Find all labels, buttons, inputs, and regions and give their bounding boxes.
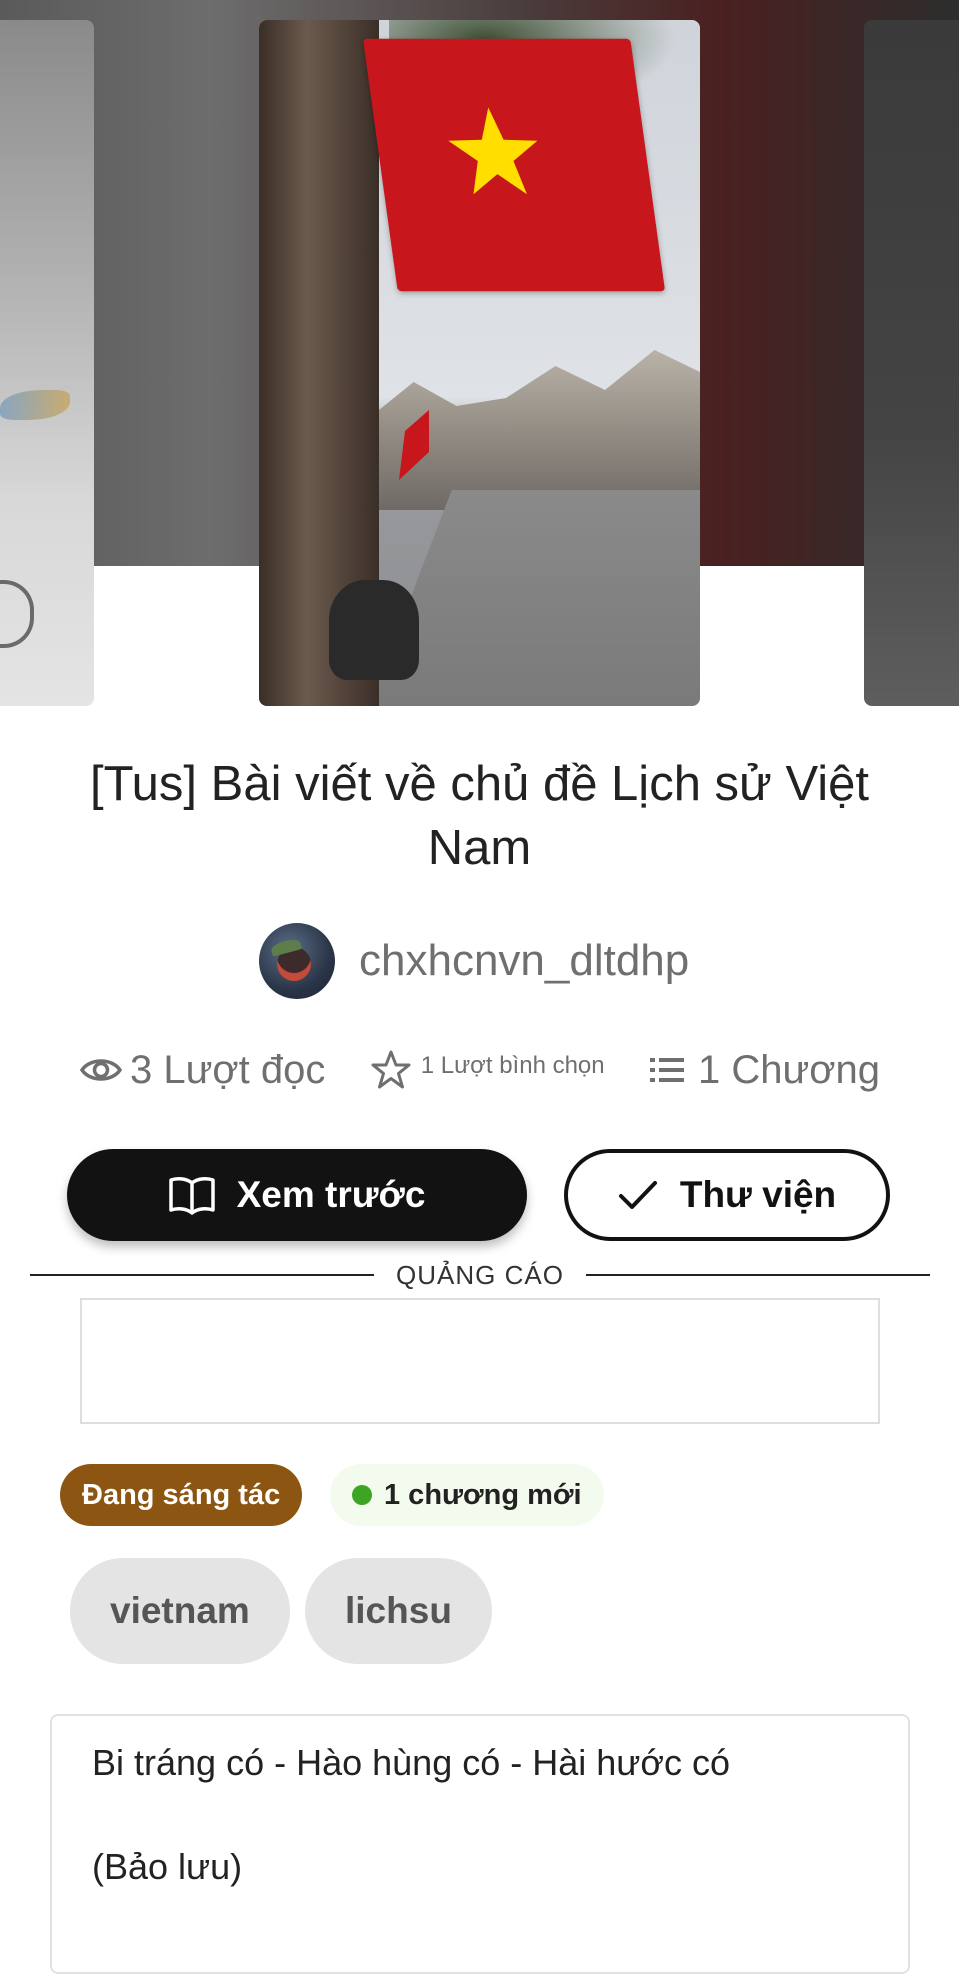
cover-art-doodle bbox=[0, 580, 34, 648]
avatar[interactable] bbox=[259, 923, 335, 999]
preview-button[interactable]: Xem trước bbox=[67, 1149, 527, 1241]
open-book-icon bbox=[168, 1177, 215, 1215]
checkmark-icon bbox=[618, 1181, 657, 1209]
divider-line bbox=[30, 1274, 375, 1276]
next-story-cover[interactable] bbox=[864, 20, 959, 706]
stat-reads: 3 Lượt đọc bbox=[80, 1048, 325, 1093]
eye-icon bbox=[80, 1059, 122, 1081]
tag-lichsu[interactable]: lichsu bbox=[305, 1558, 492, 1664]
library-button[interactable]: Thư viện bbox=[564, 1149, 890, 1241]
author-name[interactable]: chxhcnvn_dltdhp bbox=[359, 936, 689, 986]
preview-button-label: Xem trước bbox=[236, 1174, 426, 1215]
divider-line bbox=[585, 1274, 931, 1276]
stat-votes: 1 Lượt bình chọn bbox=[371, 1050, 605, 1090]
ad-divider: QUẢNG CÁO bbox=[30, 1259, 931, 1290]
cover-art-feather bbox=[0, 390, 70, 420]
story-cover[interactable] bbox=[259, 20, 700, 706]
new-chapters-badge: 1 chương mới bbox=[330, 1464, 604, 1526]
chapters-count: 1 Chương bbox=[698, 1047, 880, 1092]
tag-vietnam[interactable]: vietnam bbox=[70, 1558, 290, 1664]
new-indicator-dot bbox=[352, 1485, 372, 1505]
stat-chapters: 1 Chương bbox=[650, 1048, 880, 1093]
description-line: (Bảo lưu) bbox=[92, 1846, 243, 1887]
cover-photo-motorbike bbox=[329, 580, 419, 680]
ad-slot[interactable] bbox=[80, 1298, 880, 1424]
new-chapters-text: 1 chương mới bbox=[384, 1478, 582, 1511]
cover-photo-road bbox=[369, 490, 700, 706]
star-icon bbox=[371, 1050, 411, 1089]
library-button-label: Thư viện bbox=[679, 1174, 837, 1215]
story-description: Bi tráng có - Hào hùng có - Hài hước có … bbox=[50, 1714, 910, 1974]
votes-count: 1 Lượt bình chọn bbox=[420, 1052, 605, 1079]
ad-label: QUẢNG CÁO bbox=[396, 1259, 564, 1290]
story-stats: 3 Lượt đọc 1 Lượt bình chọn 1 Chương bbox=[80, 1040, 880, 1100]
description-line: Bi tráng có - Hào hùng có - Hài hước có bbox=[92, 1742, 730, 1783]
story-title: [Tus] Bài viết về chủ đề Lịch sử Việt Na… bbox=[89, 757, 870, 875]
prev-story-cover[interactable] bbox=[0, 20, 94, 706]
list-icon bbox=[650, 1058, 684, 1082]
author-link[interactable]: chxhcnvn_dltdhp bbox=[259, 923, 689, 999]
status-badge: Đang sáng tác bbox=[60, 1464, 303, 1526]
flag-star-icon bbox=[448, 107, 538, 195]
reads-count: 3 Lượt đọc bbox=[130, 1047, 326, 1092]
cover-photo-flag bbox=[362, 38, 666, 292]
